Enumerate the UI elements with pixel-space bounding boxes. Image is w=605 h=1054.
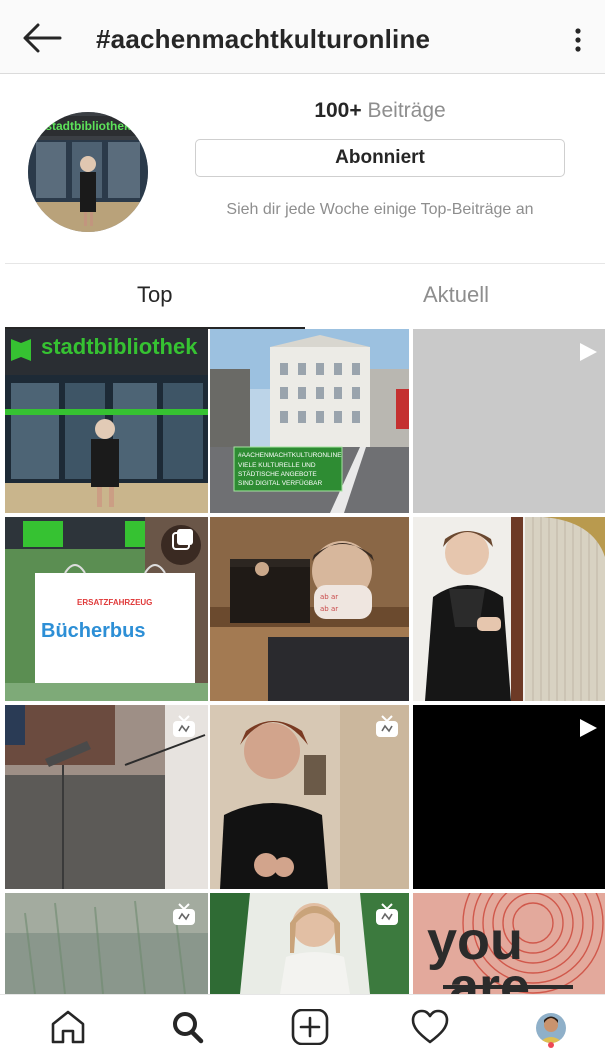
notification-dot — [548, 1042, 554, 1048]
arrow-left-icon[interactable] — [22, 22, 62, 54]
post-count-label: Beiträge — [367, 99, 446, 122]
overlay-line-3: STÄDTISCHE ANGEBOTE — [238, 470, 317, 478]
grid-post[interactable] — [210, 705, 409, 889]
post-tabs: Top Aktuell — [0, 264, 605, 329]
profile-avatar[interactable] — [534, 1011, 568, 1045]
search-icon[interactable] — [168, 1009, 208, 1045]
hashtag-profile: stadtbibliothek 100+ Beiträge Abonniert … — [0, 74, 605, 264]
top-app-bar: #aachenmachtkulturonline — [0, 0, 605, 74]
grid-post[interactable]: ab ar ab ar — [210, 517, 409, 701]
carousel-icon — [172, 529, 193, 550]
more-vertical-icon[interactable] — [566, 26, 590, 54]
grid-post[interactable] — [5, 893, 208, 994]
hashtag-avatar: stadtbibliothek — [28, 112, 148, 232]
bottom-navigation — [0, 994, 605, 1054]
grid-post[interactable] — [413, 517, 605, 701]
overlay-line-4: SIND DIGITAL VERFÜGBAR — [238, 479, 322, 487]
bucherbus-text: Bücherbus — [41, 620, 145, 642]
svg-text:ab ar: ab ar — [320, 605, 338, 613]
avatar-sign-text: stadtbibliothek — [45, 119, 131, 133]
grid-post[interactable]: ERSATZFAHRZEUG Bücherbus — [5, 517, 208, 701]
play-icon — [580, 719, 597, 737]
weekly-top-posts-note: Sieh dir jede Woche einige Top-Beiträge … — [226, 201, 534, 218]
grid-post[interactable]: you are — [413, 893, 605, 994]
grid-post[interactable] — [413, 329, 605, 513]
home-icon[interactable] — [48, 1009, 88, 1045]
activity-heart-icon[interactable] — [410, 1009, 450, 1045]
tab-top[interactable]: Top — [137, 282, 172, 308]
igtv-icon — [173, 715, 195, 737]
overlay-line-2: VIELE KULTURELLE UND — [238, 462, 316, 469]
igtv-icon — [173, 903, 195, 925]
play-icon — [580, 343, 597, 361]
grid-post[interactable] — [413, 705, 605, 889]
overlay-line-1: #AACHENMACHTKULTURONLINE — [238, 452, 342, 459]
page-title: #aachenmachtkulturonline — [96, 24, 431, 54]
follow-button[interactable]: Abonniert — [195, 139, 565, 177]
post-count-value: 100+ — [314, 99, 362, 122]
tab-recent[interactable]: Aktuell — [423, 282, 489, 308]
post-count: 100+ Beiträge — [195, 99, 565, 123]
grid-post[interactable]: #AACHENMACHTKULTURONLINE VIELE KULTURELL… — [210, 329, 409, 513]
svg-text:ab ar: ab ar — [320, 593, 338, 601]
grid-post[interactable] — [5, 705, 208, 889]
grid-post[interactable]: stadtbibliothek — [5, 329, 208, 513]
igtv-icon — [376, 715, 398, 737]
grid-post[interactable] — [210, 893, 409, 994]
library-sign-text: stadtbibliothek — [41, 334, 198, 359]
sign-small-text: ERSATZFAHRZEUG — [77, 598, 152, 607]
new-post-icon[interactable] — [290, 1009, 330, 1045]
igtv-icon — [376, 903, 398, 925]
